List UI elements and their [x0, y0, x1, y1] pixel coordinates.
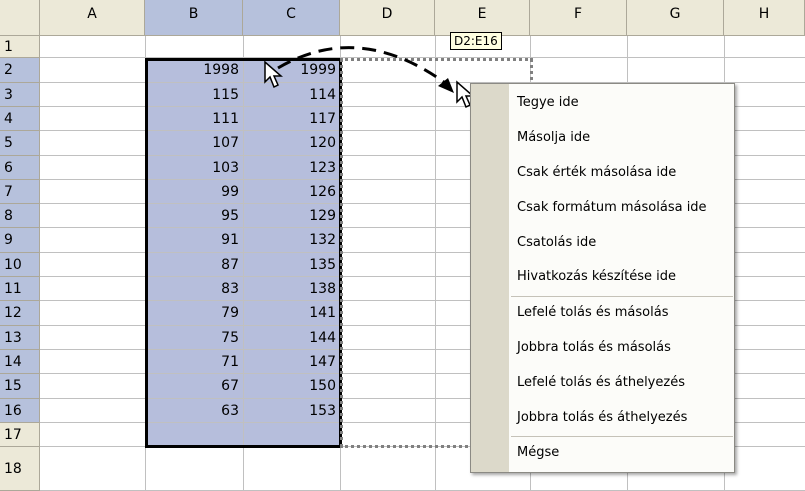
menu-item-move-here[interactable]: Tegye ide	[517, 93, 579, 113]
row-header-9[interactable]: 9	[0, 228, 40, 253]
column-header-h[interactable]: H	[724, 0, 805, 36]
row-header-15[interactable]: 15	[0, 374, 40, 399]
menu-item-link-here[interactable]: Csatolás ide	[517, 233, 596, 253]
selection-border	[145, 58, 342, 448]
context-menu: Tegye ide Másolja ide Csak érték másolás…	[470, 83, 735, 473]
menu-item-cancel[interactable]: Mégse	[517, 443, 559, 463]
menu-separator	[511, 296, 733, 297]
column-header-b[interactable]: B	[145, 0, 243, 36]
menu-item-shift-right-copy[interactable]: Jobbra tolás és másolás	[517, 338, 671, 358]
row-header-17[interactable]: 17	[0, 423, 40, 447]
menu-gutter	[471, 84, 509, 472]
row-header-12[interactable]: 12	[0, 301, 40, 326]
row-header-16[interactable]: 16	[0, 399, 40, 423]
menu-item-shift-right-move[interactable]: Jobbra tolás és áthelyezés	[517, 408, 687, 428]
row-header-2[interactable]: 2	[0, 58, 40, 83]
row-header-8[interactable]: 8	[0, 204, 40, 228]
row-header-14[interactable]: 14	[0, 350, 40, 374]
row-header-18[interactable]: 18	[0, 447, 40, 491]
menu-item-shift-down-move[interactable]: Lefelé tolás és áthelyezés	[517, 373, 685, 393]
row-header-1[interactable]: 1	[0, 36, 40, 58]
column-header-g[interactable]: G	[627, 0, 724, 36]
menu-item-copy-formats-only[interactable]: Csak formátum másolása ide	[517, 198, 707, 218]
menu-separator	[511, 436, 733, 437]
drag-arrow-icon	[277, 46, 454, 93]
row-header-7[interactable]: 7	[0, 180, 40, 204]
menu-item-shift-down-copy[interactable]: Lefelé tolás és másolás	[517, 303, 668, 323]
menu-item-copy-values-only[interactable]: Csak érték másolása ide	[517, 163, 676, 183]
row-header-4[interactable]: 4	[0, 107, 40, 131]
column-header-a[interactable]: A	[40, 0, 145, 36]
corner-cell[interactable]	[0, 0, 40, 36]
cursor-icon	[264, 60, 283, 89]
column-header-f[interactable]: F	[530, 0, 627, 36]
menu-item-copy-here[interactable]: Másolja ide	[517, 128, 590, 148]
row-header-10[interactable]: 10	[0, 253, 40, 277]
row-header-5[interactable]: 5	[0, 131, 40, 156]
menu-item-create-hyperlink[interactable]: Hivatkozás készítése ide	[517, 267, 676, 287]
row-header-11[interactable]: 11	[0, 277, 40, 301]
row-header-3[interactable]: 3	[0, 83, 40, 107]
row-header-13[interactable]: 13	[0, 326, 40, 350]
row-header-6[interactable]: 6	[0, 156, 40, 180]
